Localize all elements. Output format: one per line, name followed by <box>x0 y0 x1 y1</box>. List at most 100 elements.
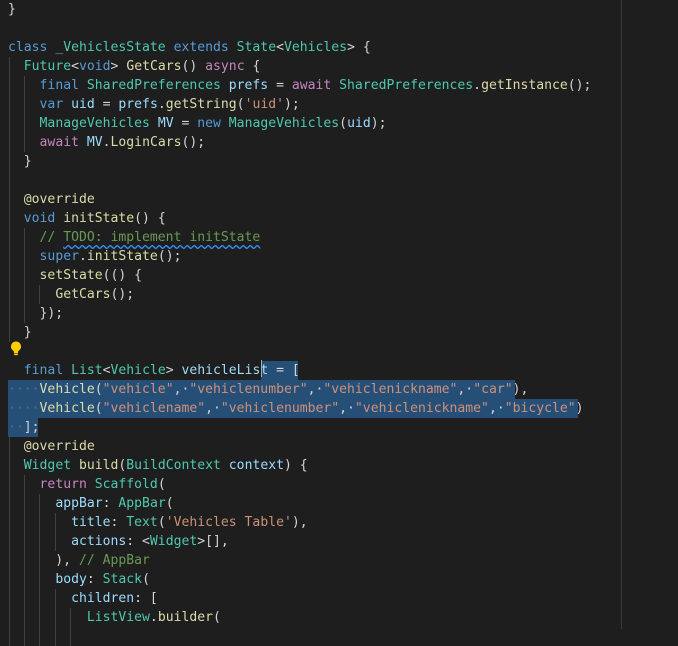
code-token: MV <box>157 116 174 131</box>
code-line[interactable]: super.initState(); <box>8 247 182 266</box>
code-token: context <box>228 458 284 473</box>
code-token: Vehicle <box>39 401 95 416</box>
code-line[interactable]: return Scaffold( <box>8 475 166 494</box>
code-line[interactable]: @override <box>8 437 95 456</box>
code-line[interactable]: ····Vehicle("vehiclename",·"vehiclenumbe… <box>8 399 584 418</box>
code-token: vehicleList <box>181 363 269 378</box>
code-token: "vehicle" <box>102 382 174 397</box>
code-line[interactable]: Widget build(BuildContext context) { <box>8 456 308 475</box>
code-token: . <box>149 610 158 625</box>
code-token: ,· <box>173 382 190 397</box>
code-token: uid <box>347 116 371 131</box>
code-token: : <box>102 496 119 511</box>
code-token: List <box>71 363 103 378</box>
code-token: : <box>110 515 127 530</box>
code-token: async <box>205 59 245 74</box>
code-line[interactable]: children: [ <box>8 589 158 608</box>
code-token: ); <box>283 97 300 112</box>
code-token: final <box>39 78 79 93</box>
code-line[interactable]: Future<void> GetCars() async { <box>8 57 261 76</box>
code-line[interactable]: }); <box>8 304 64 323</box>
code-token: initState <box>63 211 135 226</box>
code-token: Vehicle <box>39 382 95 397</box>
code-token: ManageVehicles <box>39 116 150 131</box>
code-line[interactable]: final List<Vehicle> vehicleList = [ <box>8 361 300 380</box>
code-line[interactable]: @override <box>8 190 95 209</box>
code-editor[interactable]: } class _VehiclesState extends State<Vehi… <box>0 0 678 646</box>
code-line[interactable]: } <box>8 152 32 171</box>
code-token: body <box>55 572 87 587</box>
code-token: actions <box>71 534 127 549</box>
code-line[interactable]: void initState() { <box>8 209 166 228</box>
code-token: extends <box>173 40 229 55</box>
code-token: ( <box>157 515 166 530</box>
code-line[interactable]: ····Vehicle("vehicle",·"vehiclenumber",·… <box>8 380 528 399</box>
code-token: "bicycle" <box>504 401 576 416</box>
code-line[interactable]: actions: <Widget>[], <box>8 532 229 551</box>
code-token: Scaffold <box>94 477 158 492</box>
code-token: return <box>39 477 87 492</box>
editor-vertical-ruler <box>621 0 622 629</box>
code-token: super <box>39 249 79 264</box>
code-token: ,· <box>488 401 505 416</box>
code-line[interactable]: var uid = prefs.getString('uid'); <box>8 95 300 114</box>
code-token: ), <box>291 515 308 530</box>
code-token: > <box>165 363 182 378</box>
code-line[interactable]: ··]; <box>8 418 40 437</box>
code-token: await <box>39 135 79 150</box>
code-token: @override <box>23 439 95 454</box>
code-line[interactable]: ManageVehicles MV = new ManageVehicles(u… <box>8 114 387 133</box>
code-token: () { <box>134 211 166 226</box>
code-token: builder <box>157 610 213 625</box>
lightbulb-icon[interactable] <box>10 341 22 356</box>
code-token: (); <box>110 287 135 302</box>
code-token: . <box>102 135 111 150</box>
code-line[interactable]: // TODO: implement initState <box>8 228 261 247</box>
code-token: (); <box>567 78 592 93</box>
code-token: final <box>23 363 64 378</box>
code-line[interactable]: ), // AppBar <box>8 551 150 570</box>
code-line[interactable]: appBar: AppBar( <box>8 494 173 513</box>
code-token: . <box>78 249 87 264</box>
code-line[interactable]: GetCars(); <box>8 285 134 304</box>
code-token: Future <box>23 59 72 74</box>
code-token: . <box>473 78 482 93</box>
code-token: getInstance <box>481 78 568 93</box>
code-line[interactable]: body: Stack( <box>8 570 150 589</box>
code-token: } <box>8 325 32 340</box>
code-token: State <box>236 40 277 55</box>
code-line[interactable]: title: Text('Vehicles Table'), <box>8 513 308 532</box>
code-token: ]; <box>23 420 40 435</box>
code-token: ); <box>370 116 387 131</box>
code-token: Widget <box>149 534 198 549</box>
code-token: < <box>276 40 284 55</box>
code-token: { <box>244 59 261 74</box>
code-token: ManageVehicles <box>228 116 340 131</box>
code-token: 'Vehicles Table' <box>165 515 292 530</box>
code-line[interactable]: await MV.LoginCars(); <box>8 133 206 152</box>
code-line[interactable]: final SharedPreferences prefs = await Sh… <box>8 76 592 95</box>
code-token: > <box>110 59 127 74</box>
code-line[interactable]: ListView.builder( <box>8 608 221 627</box>
code-token: MV <box>86 135 103 150</box>
code-token: prefs <box>228 78 269 93</box>
code-token: children <box>71 591 135 606</box>
code-line[interactable]: } <box>8 0 16 19</box>
code-token: GetCars <box>126 59 182 74</box>
code-token: build <box>78 458 119 473</box>
code-line[interactable]: class _VehiclesState extends State<Vehic… <box>8 38 371 57</box>
code-line[interactable]: } <box>8 323 32 342</box>
code-line[interactable]: setState(() { <box>8 266 143 285</box>
